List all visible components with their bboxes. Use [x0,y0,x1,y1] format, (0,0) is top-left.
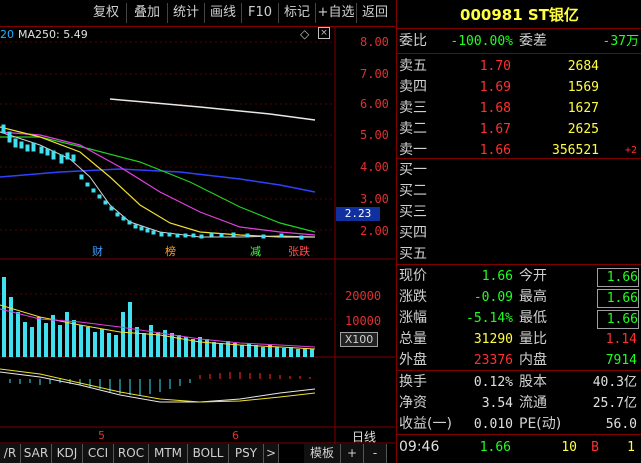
tab-cci[interactable]: CCI [83,444,114,463]
chart-toolbar: 复权 叠加 统计 画线 F10 标记 +自选 返回 [0,0,395,27]
macd-red-bars [199,372,311,379]
statistics-button[interactable]: 统计 [168,3,205,23]
y-tick-8: 8.00 [360,35,389,49]
quote-panel: 000981 ST银亿 委比 -100.00% 委差 -37万 卖五 1.70 … [396,0,641,463]
tab-sar[interactable]: SAR [21,444,52,463]
ma-white-line [0,131,316,238]
event-tag-list[interactable]: 榜 [165,243,176,259]
zoom-in-button[interactable]: + [341,444,364,463]
quote-row: 现价 1.66 今开 1.66 [399,268,639,287]
tab-psy[interactable]: PSY [229,444,264,463]
event-tag-limit[interactable]: 张跌 [288,243,310,259]
quote-row: 外盘 23376 内盘 7914 [399,352,637,368]
macd-dea [0,368,316,403]
buy-order-row[interactable]: 买一 [397,160,641,181]
ma250-line [109,98,316,121]
quote-row: 涨幅 -5.14% 最低 1.66 [399,310,639,329]
sell-order-row[interactable]: 卖五 1.70 2684 [397,56,641,77]
buy-order-row[interactable]: 买二 [397,181,641,202]
close-icon[interactable]: × [318,27,330,39]
zoom-out-button[interactable]: - [364,444,387,463]
kline-svg [0,27,395,463]
vol-tick-20000: 20000 [345,289,382,303]
tab-kdj[interactable]: KDJ [52,444,83,463]
mark-button[interactable]: 标记 [279,3,316,23]
volume-bars [2,277,314,357]
time-label-6: 6 [232,429,239,442]
overlay-button[interactable]: 叠加 [127,3,168,23]
back-button[interactable]: 返回 [357,3,393,23]
y-tick-3: 3.00 [360,192,389,206]
ma-blue-line [0,168,316,193]
y-tick-7: 7.00 [360,67,389,81]
fundamental-row: 换手 0.12% 股本 40.3亿 [399,374,637,390]
fundamental-row: 净资 3.54 流通 25.7亿 [399,395,637,411]
stock-title: 000981 ST银亿 [460,6,579,24]
weibi-row: 委比 -100.00% 委差 -37万 [397,31,641,52]
sell-order-row[interactable]: 卖三 1.68 1627 [397,98,641,119]
buy-order-row[interactable]: 买四 [397,223,641,244]
draw-line-button[interactable]: 画线 [205,3,242,23]
buy-order-row[interactable]: 买三 [397,202,641,223]
event-tag-reduce[interactable]: 减 [250,243,261,259]
y-tick-5: 5.00 [360,128,389,142]
weicha-value: -37万 [602,34,639,49]
sell-order-row[interactable]: 卖二 1.67 2625 [397,119,641,140]
macd-dif [0,371,316,403]
template-button[interactable]: 模板 [304,444,341,463]
restore-rights-button[interactable]: 复权 [86,3,127,23]
fundamental-row: 收益(一) 0.010 PE(动) 56.0 [399,416,637,432]
quote-row: 涨跌 -0.09 最高 1.66 [399,289,639,308]
add-watchlist-button[interactable]: +自选 [316,3,357,23]
tab-wr[interactable]: /R [0,444,21,463]
period-label[interactable]: 日线 [352,428,376,445]
weibi-value: -100.00% [450,34,513,49]
tab-mtm[interactable]: MTM [149,444,188,463]
ma-prefix: 20 [0,28,14,41]
f10-button[interactable]: F10 [242,3,279,23]
diamond-icon[interactable]: ◇ [300,27,309,41]
tab-boll[interactable]: BOLL [188,444,229,463]
tick-row: 09:46 1.66 10 B 1 [399,439,635,455]
y-tick-4: 4.00 [360,160,389,174]
volume-unit-badge[interactable]: X100 [340,332,378,347]
kline-chart-area[interactable]: 20 MA250: 5.49 ◇ × 8.00 7.00 6.00 5.00 4… [0,27,395,463]
buy-order-row[interactable]: 买五 [397,244,641,265]
time-label-5: 5 [98,429,105,442]
ma250-label: MA250: 5.49 [18,28,88,41]
ma-yellow-line [0,126,315,238]
tabs-next-icon[interactable]: > [264,444,279,463]
y-tick-2: 2.00 [360,224,389,238]
event-tag-finance[interactable]: 财 [92,243,103,259]
quote-row: 总量 31290 量比 1.14 [399,331,637,347]
y-tick-6: 6.00 [360,97,389,111]
tab-roc[interactable]: ROC [114,444,149,463]
current-price-marker: 2.23 [336,207,380,221]
sell-order-row[interactable]: 卖四 1.69 1569 [397,77,641,98]
vol-tick-10000: 10000 [345,314,382,328]
